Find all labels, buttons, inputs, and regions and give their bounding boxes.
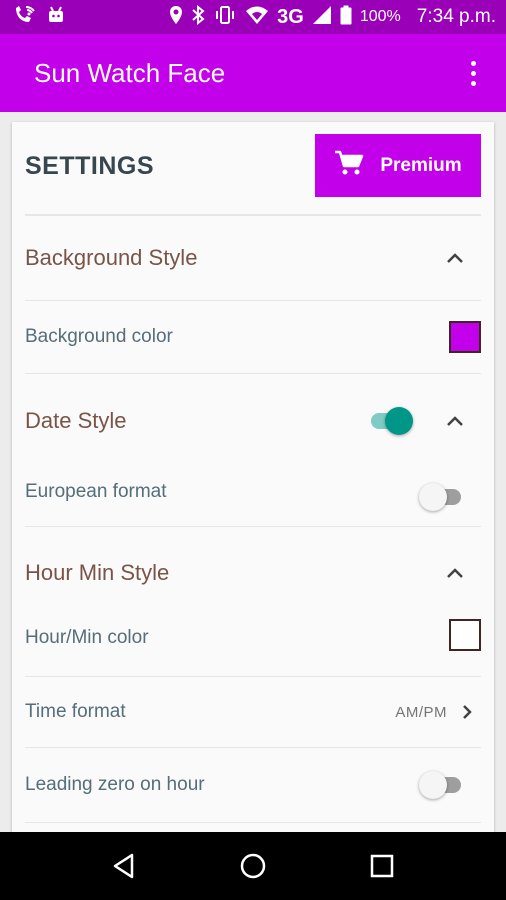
chevron-up-icon[interactable] — [445, 414, 465, 428]
cart-icon — [334, 149, 364, 183]
setting-row-time-format[interactable]: Time format AM/PM — [25, 677, 481, 748]
european-format-toggle[interactable] — [419, 482, 467, 512]
overflow-menu-button[interactable] — [463, 55, 484, 92]
wifi-icon — [245, 5, 269, 30]
home-icon[interactable] — [239, 852, 267, 880]
setting-label: Background color — [25, 326, 173, 347]
setting-label: Leading zero on hour — [25, 774, 205, 795]
time-format-value[interactable]: AM/PM — [395, 703, 473, 721]
status-bar: 3G 100% 7:34 p.m. — [0, 0, 506, 34]
vibrate-icon — [213, 5, 237, 30]
wifi-call-icon — [12, 5, 36, 30]
app-bar: Sun Watch Face — [0, 34, 506, 112]
app-title: Sun Watch Face — [34, 57, 226, 88]
battery-icon — [340, 5, 352, 30]
location-icon — [169, 5, 183, 30]
setting-label: Hour/Min color — [25, 627, 149, 648]
dot — [471, 60, 476, 66]
network-type: 3G — [277, 5, 304, 28]
card-header: SETTINGS Premium — [25, 122, 481, 216]
dot — [471, 80, 476, 86]
section-title: Date Style — [25, 408, 127, 433]
date-style-toggle[interactable] — [365, 406, 413, 436]
battery-percent: 100% — [359, 8, 401, 25]
section-header-date[interactable]: Date Style — [25, 374, 481, 468]
toggle-thumb — [419, 771, 447, 799]
android-icon — [46, 5, 66, 30]
navigation-bar — [0, 832, 506, 900]
recents-icon[interactable] — [368, 852, 396, 880]
section-header-hour-min[interactable]: Hour Min Style — [25, 527, 481, 618]
signal-icon — [312, 5, 332, 30]
chevron-right-icon — [463, 705, 472, 719]
toggle-thumb — [419, 483, 447, 511]
back-icon[interactable] — [110, 852, 138, 880]
settings-card: SETTINGS Premium Background Style Backgr… — [12, 122, 494, 832]
setting-row-background-color[interactable]: Background color — [25, 301, 481, 374]
setting-row-hour-min-color[interactable]: Hour/Min color — [25, 618, 481, 677]
setting-label: European format — [25, 481, 167, 502]
background-color-swatch[interactable] — [449, 321, 481, 353]
section-title: Background Style — [25, 245, 198, 270]
toggle-thumb — [385, 407, 413, 435]
setting-row-leading-zero[interactable]: Leading zero on hour — [25, 748, 481, 823]
time-format-current: AM/PM — [395, 703, 447, 721]
hour-min-color-swatch[interactable] — [449, 619, 481, 651]
leading-zero-toggle[interactable] — [419, 770, 467, 800]
section-header-background[interactable]: Background Style — [25, 216, 481, 301]
setting-label: Time format — [25, 701, 126, 722]
bluetooth-icon — [191, 4, 205, 30]
settings-heading: SETTINGS — [25, 152, 155, 180]
section-title: Hour Min Style — [25, 559, 170, 585]
clock: 7:34 p.m. — [416, 6, 496, 27]
premium-button[interactable]: Premium — [315, 134, 481, 197]
chevron-up-icon[interactable] — [445, 251, 465, 265]
setting-row-european-format[interactable]: European format — [25, 468, 481, 527]
premium-label: Premium — [380, 154, 462, 176]
dot — [471, 70, 476, 76]
chevron-up-icon[interactable] — [445, 566, 465, 580]
